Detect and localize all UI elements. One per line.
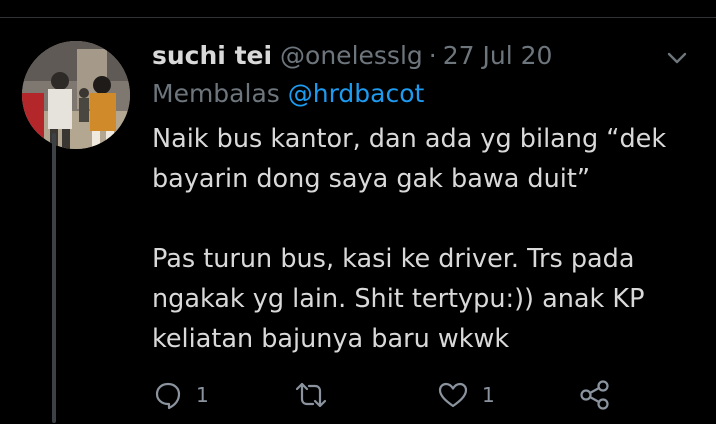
tweet[interactable]: suchi tei @onelesslg · 27 Jul 20 Membala… [0, 19, 716, 424]
like-button[interactable]: 1 [436, 375, 495, 415]
share-button[interactable] [578, 375, 612, 415]
tweet-text-line: ngakak yg lain. Shit tertypu:)) anak KP [152, 284, 645, 314]
tweet-text-line: Naik bus kantor, dan ada yg bilang “dek [152, 124, 667, 154]
reply-count: 1 [196, 383, 209, 407]
tweet-text: Naik bus kantor, dan ada yg bilang “dek … [152, 119, 692, 359]
tweet-text-line: Pas turun bus, kasi ke driver. Trs pada [152, 244, 635, 274]
action-bar: 1 1 [152, 375, 632, 415]
tweet-text-line: bayarin dong saya gak bawa duit” [152, 164, 591, 194]
tweet-text-line: keliatan bajunya baru wkwk [152, 324, 510, 354]
top-divider [0, 0, 716, 18]
reply-prefix: Membalas [152, 79, 280, 108]
reply-to-handle[interactable]: @hrdbacot [288, 79, 425, 108]
avatar-column [22, 41, 130, 149]
chevron-down-icon[interactable] [662, 43, 692, 73]
reply-button[interactable]: 1 [152, 375, 209, 415]
retweet-button[interactable] [294, 375, 340, 415]
display-name[interactable]: suchi tei [152, 41, 272, 70]
thread-line [52, 133, 56, 423]
tweet-content: suchi tei @onelesslg · 27 Jul 20 Membala… [152, 37, 692, 359]
tweet-date[interactable]: 27 Jul 20 [443, 41, 553, 70]
separator-dot: · [428, 40, 437, 70]
user-handle[interactable]: @onelesslg [280, 41, 423, 70]
avatar-photo [22, 41, 130, 149]
heart-icon [436, 379, 470, 411]
comment-bubble-icon [152, 379, 184, 411]
tweet-header: suchi tei @onelesslg · 27 Jul 20 [152, 37, 692, 73]
avatar[interactable] [22, 41, 130, 149]
share-icon [578, 378, 612, 412]
retweet-icon [294, 379, 328, 411]
reply-context: Membalas @hrdbacot [152, 77, 692, 111]
like-count: 1 [482, 383, 495, 407]
